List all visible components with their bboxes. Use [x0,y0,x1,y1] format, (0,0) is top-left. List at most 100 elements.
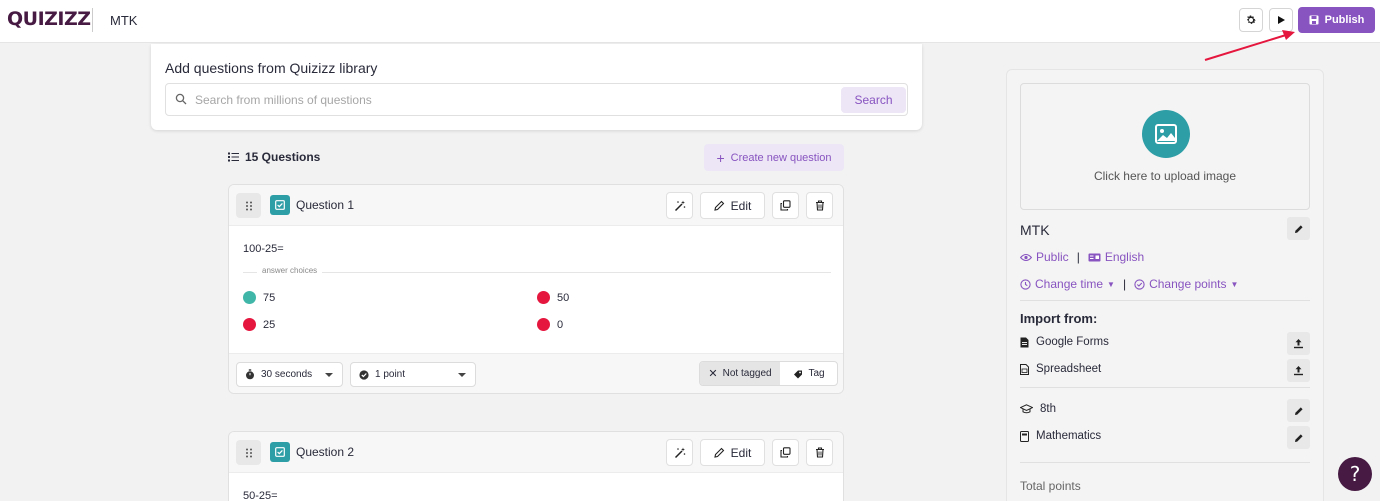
time-limit-select[interactable]: 30 seconds [236,362,343,387]
chevron-down-icon [325,373,333,377]
choice-text: 75 [263,291,276,304]
delete-button[interactable] [806,439,833,466]
upload-image-area[interactable]: Click here to upload image [1020,83,1310,210]
image-icon [1142,110,1190,158]
question-label: Question 2 [296,445,355,459]
delete-button[interactable] [806,192,833,219]
drag-handle[interactable] [236,193,261,218]
edit-subject-button[interactable] [1287,426,1310,449]
tag-button[interactable]: Tag [780,362,837,385]
question-mark-icon: ? [1349,462,1361,486]
eye-icon [1020,253,1032,261]
quizizz-logo[interactable]: QUIZIZZ [7,8,91,30]
grade-label: 8th [1040,403,1056,415]
edit-label: Edit [730,198,752,213]
total-points-label: Total points [1020,479,1081,493]
answer-choice: 25 [243,318,275,331]
questions-count: 15 Questions [228,150,320,164]
enhance-button[interactable] [666,439,693,466]
trash-icon [815,447,824,458]
duplicate-button[interactable] [772,192,799,219]
import-google-forms: Google Forms [1020,336,1109,348]
trash-icon [815,200,824,211]
answer-choice: 75 [243,291,275,304]
stopwatch-icon [246,369,254,380]
choice-text: 0 [557,318,564,331]
pencil-icon [1294,433,1303,442]
answer-choice: 0 [537,318,563,331]
incorrect-indicator [537,318,550,331]
answer-choices-label: answer choices [257,266,323,275]
publish-label: Publish [1324,14,1365,26]
questions-count-label: 15 Questions [245,150,321,164]
preview-button[interactable] [1269,8,1293,32]
language-icon [1088,253,1101,261]
multiple-choice-type-icon [270,442,290,462]
tag-icon [794,370,803,378]
question-card-2: Question 2 Edit 50-25= [228,431,844,501]
library-title: Add questions from Quizizz library [165,60,378,76]
divider [1020,387,1310,388]
change-points-link[interactable]: Change points [1149,277,1226,291]
tag-control: ✕ Not tagged Tag [699,361,838,386]
magic-wand-icon [674,447,685,458]
pencil-icon [1294,406,1303,415]
question-text: 50-25= [243,490,278,501]
file-icon [1020,337,1029,347]
close-icon: ✕ [708,368,718,380]
edit-title-button[interactable] [1287,217,1310,240]
edit-button[interactable]: Edit [700,439,765,466]
question-card-1: Question 1 Edit 100-25= answer choices 7… [228,184,844,394]
time-limit-value: 30 seconds [261,369,313,380]
question-label: Question 1 [296,198,355,212]
gear-icon [1247,15,1256,24]
chevron-down-icon: ▼ [1107,279,1115,289]
upload-image-label: Click here to upload image [1093,169,1237,183]
import-spreadsheet-button[interactable] [1287,359,1310,382]
subject-row: Mathematics [1020,430,1101,442]
pencil-icon [713,200,724,211]
create-new-question-button[interactable]: + Create new question [704,144,844,171]
header-divider [92,8,93,32]
list-icon [228,152,239,162]
visibility-link[interactable]: Public [1036,250,1069,264]
edit-grade-button[interactable] [1287,399,1310,422]
play-icon [1278,16,1285,24]
check-circle-icon [359,369,369,380]
correct-indicator [243,291,256,304]
library-search-button[interactable]: Search [841,87,906,113]
copy-icon [780,200,791,211]
search-icon [175,93,187,105]
drag-handle[interactable] [236,440,261,465]
create-question-label: Create new question [730,151,832,164]
question-header: Question 1 Edit [229,185,843,226]
answer-choices-divider [243,272,831,273]
settings-button[interactable] [1239,8,1263,32]
library-search-input[interactable] [195,93,795,107]
publish-button[interactable]: Publish [1298,7,1375,33]
drag-dots-icon [245,201,252,210]
import-google-forms-button[interactable] [1287,332,1310,355]
pencil-icon [713,447,724,458]
not-tagged-button[interactable]: ✕ Not tagged [700,362,780,385]
answer-choice: 50 [537,291,569,304]
language-link[interactable]: English [1105,250,1144,264]
incorrect-indicator [537,291,550,304]
top-bar: QUIZIZZ MTK Publish [0,0,1380,43]
points-value: 1 point [375,369,406,380]
spreadsheet-icon [1020,363,1029,375]
chevron-down-icon [458,373,466,377]
points-select[interactable]: 1 point [350,362,476,387]
tag-label: Tag [808,368,825,379]
import-from-title: Import from: [1020,311,1098,326]
duplicate-button[interactable] [772,439,799,466]
edit-button[interactable]: Edit [700,192,765,219]
import-item-label: Spreadsheet [1036,363,1102,375]
divider [1020,300,1310,301]
pencil-icon [1294,224,1303,233]
enhance-button[interactable] [666,192,693,219]
help-button[interactable]: ? [1338,457,1372,491]
question-footer: 30 seconds 1 point ✕ Not tagged Tag [229,353,843,393]
change-time-link[interactable]: Change time [1035,277,1103,291]
quiz-title: MTK [1020,222,1050,238]
